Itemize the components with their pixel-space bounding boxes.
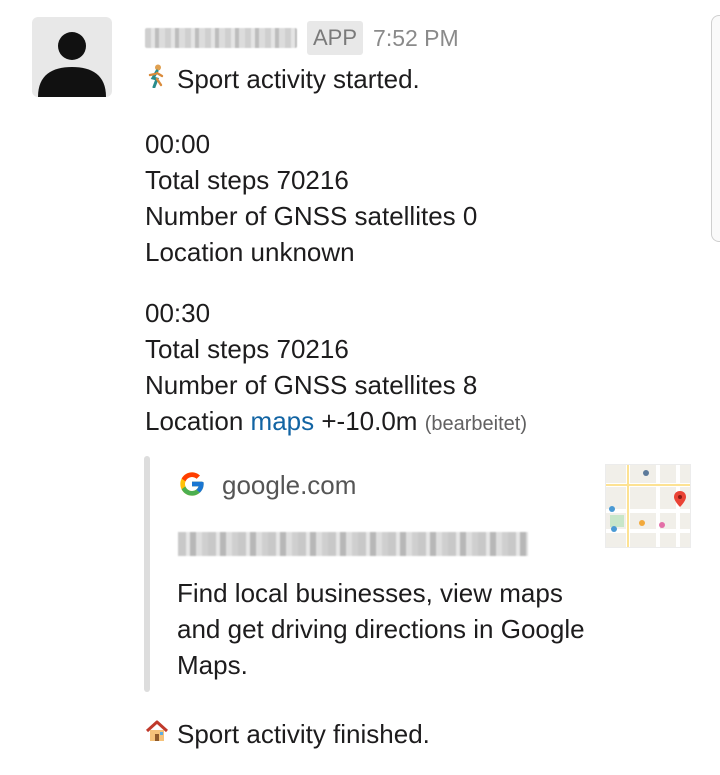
map-thumbnail[interactable] <box>605 464 691 548</box>
scrollbar-edge[interactable] <box>711 15 720 242</box>
preview-description: Find local businesses, view maps and get… <box>177 578 585 680</box>
log-satellites-1: Number of GNSS satellites 0 <box>145 201 478 231</box>
house-icon <box>145 718 169 754</box>
log-steps-1: Total steps 70216 <box>145 165 349 195</box>
user-avatar-icon[interactable] <box>32 17 112 97</box>
log-location-2: Location maps +-10.0m (bearbeitet) <box>145 403 527 442</box>
preview-title-redacted[interactable] <box>178 532 528 556</box>
maps-link[interactable]: maps <box>251 406 315 436</box>
activity-started-text: Sport activity started. <box>177 64 420 94</box>
activity-started-line: Sport activity started. <box>145 61 420 99</box>
log-time-1: 00:00 <box>145 129 211 159</box>
log-steps-2: Total steps 70216 <box>145 334 349 364</box>
log-satellites-2: Number of GNSS satellites 8 <box>145 370 478 400</box>
location-prefix: Location <box>145 406 244 436</box>
log-location-1: Location unknown <box>145 237 355 267</box>
log-time-2: 00:30 <box>145 298 211 328</box>
app-badge: APP <box>307 21 364 55</box>
location-accuracy: +-10.0m <box>321 406 418 436</box>
sender-name-redacted[interactable] <box>145 28 297 48</box>
preview-domain[interactable]: google.com <box>222 467 356 503</box>
link-preview-bar <box>144 456 150 692</box>
google-g-icon <box>178 470 206 498</box>
activity-finished-text: Sport activity finished. <box>177 719 430 749</box>
edited-label: (bearbeitet) <box>424 413 527 435</box>
activity-finished-line: Sport activity finished. <box>145 716 430 754</box>
message-header: APP 7:52 PM <box>145 20 459 56</box>
running-person-icon <box>145 63 169 99</box>
message-timestamp[interactable]: 7:52 PM <box>373 25 459 52</box>
